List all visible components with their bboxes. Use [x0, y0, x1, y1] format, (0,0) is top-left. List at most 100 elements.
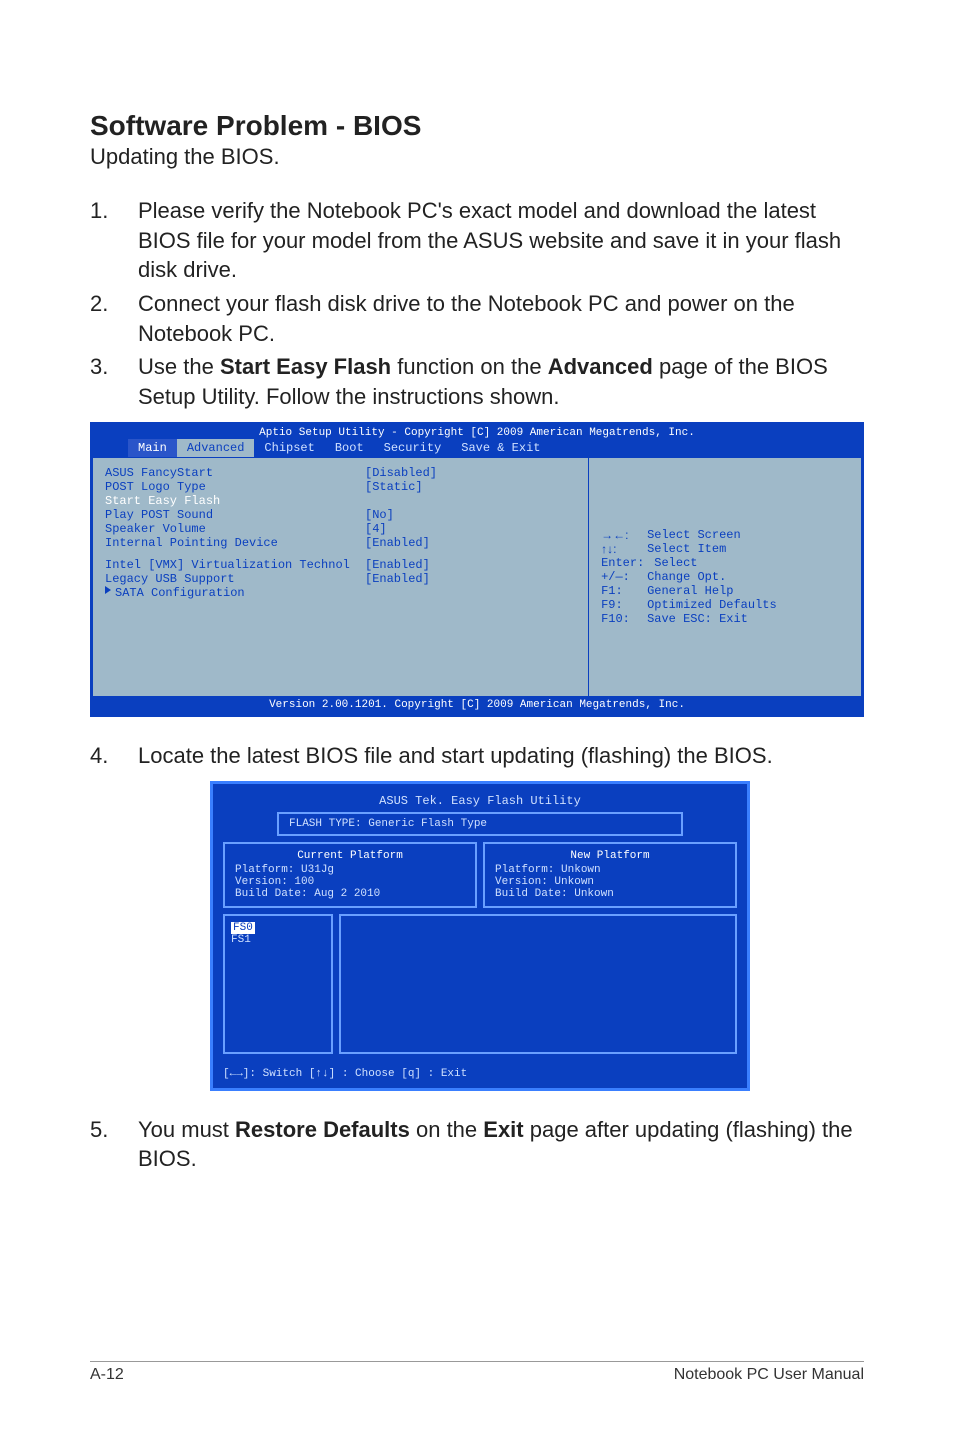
bios-hint-text: General Help	[647, 584, 733, 598]
bios-tab-chipset: Chipset	[254, 439, 324, 457]
text-fragment: You must	[138, 1117, 235, 1142]
bios-hint-text: Select Screen	[647, 528, 741, 542]
bios-setting-row: Internal Pointing Device[Enabled]	[105, 536, 576, 550]
bios-setup-screenshot: Aptio Setup Utility - Copyright [C] 2009…	[90, 422, 864, 717]
bios-hint-row: F10: Save ESC: Exit	[601, 612, 849, 626]
step-text: Please verify the Notebook PC's exact mo…	[138, 196, 864, 285]
flash-box-line: Version: Unkown	[495, 876, 725, 888]
bios-hint-row: ↑↓:Select Item	[601, 542, 849, 556]
step-text: Locate the latest BIOS file and start up…	[138, 741, 864, 771]
step-text: You must Restore Defaults on the Exit pa…	[138, 1115, 864, 1174]
bios-setting-value: [4]	[365, 522, 387, 536]
bios-setting-row: Play POST Sound[No]	[105, 508, 576, 522]
bios-hint-key: →←:	[601, 528, 641, 542]
text-fragment: function on the	[391, 354, 548, 379]
bios-setting-row: Intel [VMX] Virtualization Technol[Enabl…	[105, 558, 576, 572]
steps-list-continued: 4. Locate the latest BIOS file and start…	[90, 741, 864, 771]
bold-text: Start Easy Flash	[220, 354, 391, 379]
step-1: 1. Please verify the Notebook PC's exact…	[90, 196, 864, 285]
flash-lower-row: FS0 FS1	[217, 908, 743, 1060]
flash-box-header: New Platform	[495, 850, 725, 862]
bios-setting-row: POST Logo Type[Static]	[105, 480, 576, 494]
bios-setting-label: Start Easy Flash	[105, 494, 365, 508]
easy-flash-screenshot: ASUS Tek. Easy Flash Utility FLASH TYPE:…	[210, 781, 750, 1091]
bios-hint-text: Optimized Defaults	[647, 598, 777, 612]
bios-hint-text: Save ESC: Exit	[647, 612, 748, 626]
flash-box-line: Platform: Unkown	[495, 864, 725, 876]
bios-tab-boot: Boot	[325, 439, 374, 457]
section-title: Software Problem - BIOS	[90, 110, 864, 142]
bios-hint-key: F9:	[601, 598, 641, 612]
bios-setting-value: [Enabled]	[365, 558, 430, 572]
step-5: 5. You must Restore Defaults on the Exit…	[90, 1115, 864, 1174]
text-fragment: on the	[410, 1117, 483, 1142]
step-text: Use the Start Easy Flash function on the…	[138, 352, 864, 411]
bios-setting-value: [Static]	[365, 480, 423, 494]
page-number: A-12	[90, 1366, 124, 1384]
bios-setting-label: ASUS FancyStart	[105, 466, 365, 480]
bios-hint-row: →←: Select Screen	[601, 528, 849, 542]
bold-text: Restore Defaults	[235, 1117, 410, 1142]
bios-hint-row: F1: General Help	[601, 584, 849, 598]
bios-setting-value: [Enabled]	[365, 572, 430, 586]
bios-setting-label: Legacy USB Support	[105, 572, 365, 586]
flash-utility-title: ASUS Tek. Easy Flash Utility	[217, 788, 743, 812]
step-4: 4. Locate the latest BIOS file and start…	[90, 741, 864, 771]
step-number: 3.	[90, 352, 138, 411]
bios-setting-row-selected: Start Easy Flash	[105, 494, 576, 508]
flash-platform-row: Current Platform Platform: U31Jg Version…	[217, 842, 743, 908]
step-number: 1.	[90, 196, 138, 285]
step-number: 5.	[90, 1115, 138, 1174]
flash-drive-list: FS0 FS1	[223, 914, 333, 1054]
flash-new-platform-box: New Platform Platform: Unkown Version: U…	[483, 842, 737, 908]
flash-box-line: Build Date: Aug 2 2010	[235, 888, 465, 900]
bold-text: Advanced	[548, 354, 653, 379]
bios-hint-key: F1:	[601, 584, 641, 598]
flash-box-line: Platform: U31Jg	[235, 864, 465, 876]
bios-setting-label: Play POST Sound	[105, 508, 365, 522]
flash-current-platform-box: Current Platform Platform: U31Jg Version…	[223, 842, 477, 908]
bios-hint-key: +/—:	[601, 570, 641, 584]
bios-hint-row: +/—:Change Opt.	[601, 570, 849, 584]
flash-type-bar: FLASH TYPE: Generic Flash Type	[277, 812, 683, 836]
triangle-icon	[105, 586, 111, 594]
bios-hint-text: Select Item	[647, 542, 726, 556]
step-2: 2. Connect your flash disk drive to the …	[90, 289, 864, 348]
bios-version-bar: Version 2.00.1201. Copyright [C] 2009 Am…	[92, 697, 862, 715]
flash-drive-selected: FS0	[231, 922, 255, 934]
bios-setting-row: SATA Configuration	[105, 586, 576, 600]
bios-hint-text: Select	[654, 556, 697, 570]
step-text: Connect your flash disk drive to the Not…	[138, 289, 864, 348]
bios-tab-main: Main	[128, 439, 177, 457]
steps-list: 1. Please verify the Notebook PC's exact…	[90, 196, 864, 412]
bios-title-bar: Aptio Setup Utility - Copyright [C] 2009…	[92, 424, 862, 439]
text-fragment: Use the	[138, 354, 220, 379]
flash-box-line: Version: 100	[235, 876, 465, 888]
step-number: 2.	[90, 289, 138, 348]
bios-setting-label: Speaker Volume	[105, 522, 365, 536]
bios-setting-row: Speaker Volume[4]	[105, 522, 576, 536]
bios-tab-security: Security	[374, 439, 452, 457]
steps-list-continued-2: 5. You must Restore Defaults on the Exit…	[90, 1115, 864, 1174]
bold-text: Exit	[483, 1117, 523, 1142]
flash-box-line: Build Date: Unkown	[495, 888, 725, 900]
bios-setting-value: [No]	[365, 508, 394, 522]
bios-tab-save-exit: Save & Exit	[451, 439, 550, 457]
bios-setting-row: ASUS FancyStart[Disabled]	[105, 466, 576, 480]
bios-help-pane: →←: Select Screen ↑↓:Select Item Enter:Se…	[588, 457, 862, 697]
bios-setting-value: [Enabled]	[365, 536, 430, 550]
bios-body: ASUS FancyStart[Disabled] POST Logo Type…	[92, 457, 862, 697]
bios-setting-label: Intel [VMX] Virtualization Technol	[105, 558, 365, 572]
bios-setting-label: POST Logo Type	[105, 480, 365, 494]
flash-footer-hints: [←→]: Switch [↑↓] : Choose [q] : Exit	[217, 1060, 743, 1084]
page-footer: A-12 Notebook PC User Manual	[90, 1361, 864, 1384]
step-number: 4.	[90, 741, 138, 771]
bios-tab-bar: Main Advanced Chipset Boot Security Save…	[92, 439, 862, 457]
flash-file-area	[339, 914, 737, 1054]
bios-setting-label: Internal Pointing Device	[105, 536, 365, 550]
bios-tab-advanced: Advanced	[177, 439, 255, 457]
bios-hint-key: F10:	[601, 612, 641, 626]
bios-hint-row: Enter:Select	[601, 556, 849, 570]
bios-settings-pane: ASUS FancyStart[Disabled] POST Logo Type…	[92, 457, 588, 697]
step-3: 3. Use the Start Easy Flash function on …	[90, 352, 864, 411]
